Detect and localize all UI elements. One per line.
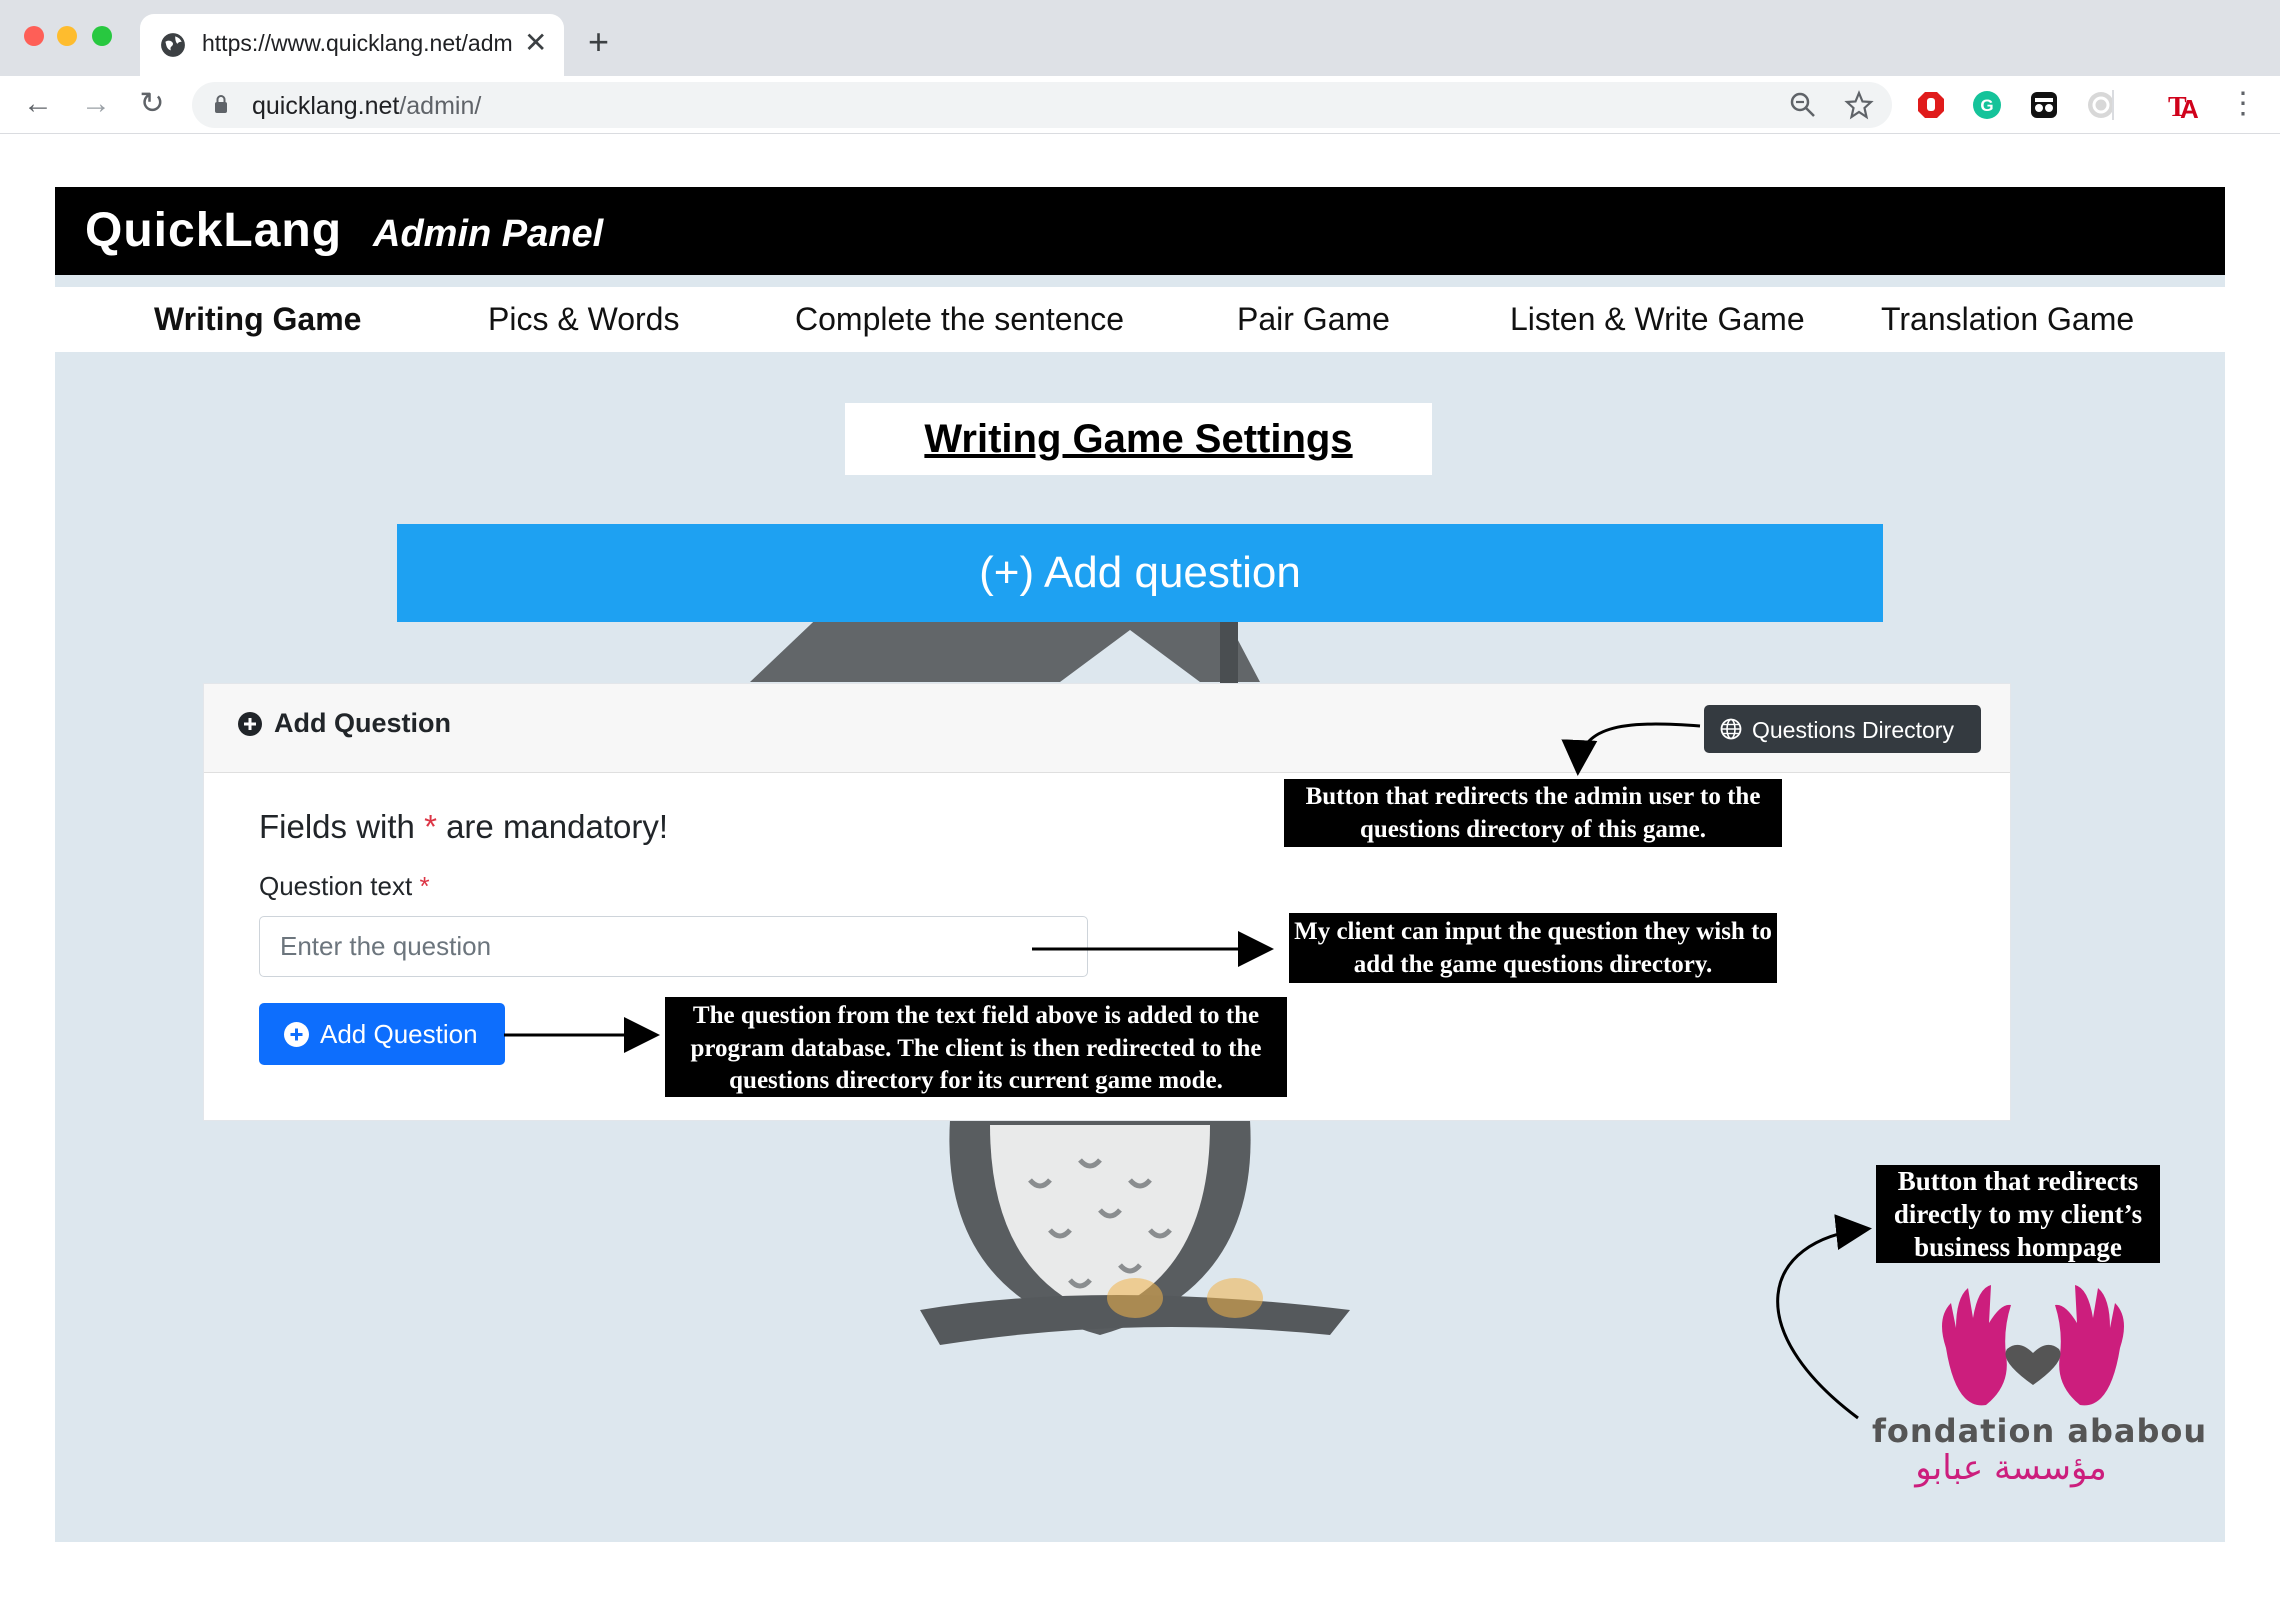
settings-title-box: Writing Game Settings: [845, 403, 1432, 475]
grammarly-icon[interactable]: G: [1972, 90, 2002, 120]
add-question-banner-label: (+) Add question: [979, 548, 1301, 597]
svg-text:G: G: [1980, 96, 1993, 115]
window-close-button[interactable]: [24, 26, 44, 46]
nav-complete-sentence[interactable]: Complete the sentence: [795, 301, 1124, 338]
nav-translation-game[interactable]: Translation Game: [1881, 301, 2134, 338]
globe-icon: [1720, 718, 1742, 740]
back-icon[interactable]: ←: [18, 84, 58, 124]
nav-listen-write-game[interactable]: Listen & Write Game: [1510, 301, 1805, 338]
browser-menu-icon[interactable]: ⋮: [2228, 86, 2258, 122]
url-text: quicklang.net/admin/: [252, 92, 482, 120]
browser-titlebar: https://www.quicklang.net/adm ✕ +: [0, 0, 2280, 76]
zoom-icon[interactable]: [1788, 90, 1818, 120]
card-header-title: Add Question: [274, 708, 451, 738]
card-header: Add Question Questions Directory: [204, 684, 2010, 773]
annotation-add-button: The question from the text field above i…: [665, 997, 1287, 1097]
svg-text:A: A: [2180, 94, 2199, 122]
address-bar[interactable]: quicklang.net/admin/: [192, 82, 1892, 128]
logo-name-text: fondation ababou: [1872, 1412, 2208, 1450]
question-text-input[interactable]: [259, 916, 1088, 977]
browser-tab[interactable]: https://www.quicklang.net/adm ✕: [140, 14, 564, 76]
required-asterisk: *: [419, 871, 430, 901]
game-nav: Writing Game Pics & Words Complete the s…: [55, 275, 2225, 352]
reload-icon[interactable]: ↻: [132, 84, 172, 124]
window-zoom-button[interactable]: [92, 26, 112, 46]
hands-heart-logo-icon: [1942, 1285, 2124, 1406]
tab-title: https://www.quicklang.net/adm: [202, 30, 512, 56]
plus-circle-icon: [284, 1022, 309, 1047]
new-tab-icon[interactable]: +: [588, 24, 609, 60]
annotation-question-input: My client can input the question they wi…: [1289, 913, 1777, 983]
lock-icon: [215, 95, 227, 113]
logo-arabic-text: مؤسسة عبابو: [1915, 1448, 2107, 1488]
brand-logo-text[interactable]: QuickLang: [85, 203, 342, 258]
translate-extension-icon[interactable]: TA: [2166, 88, 2200, 124]
window-minimize-button[interactable]: [57, 26, 77, 46]
nav-pics-words[interactable]: Pics & Words: [488, 301, 679, 338]
annotation-logo: Button that redirects directly to my cli…: [1876, 1165, 2160, 1263]
add-question-submit-label: Add Question: [320, 1019, 478, 1049]
bookmark-star-icon[interactable]: [1844, 90, 1874, 120]
forward-icon[interactable]: →: [76, 84, 116, 124]
questions-directory-button[interactable]: Questions Directory: [1704, 705, 1981, 753]
plus-circle-icon: [238, 712, 262, 736]
add-question-submit-button[interactable]: Add Question: [259, 1003, 505, 1065]
tab-close-icon[interactable]: ✕: [524, 26, 547, 60]
toolbar-divider: [2112, 90, 2114, 120]
admin-panel-title: Admin Panel: [373, 213, 604, 255]
fondation-ababou-logo-link[interactable]: fondation ababou مؤسسة عبابو: [1864, 1278, 2206, 1488]
annotation-directory-button: Button that redirects the admin user to …: [1284, 779, 1782, 847]
mandatory-notice: Fields with * are mandatory!: [259, 808, 669, 845]
nav-writing-game[interactable]: Writing Game: [154, 301, 361, 338]
required-asterisk: *: [424, 808, 437, 845]
app-header: QuickLang Admin Panel: [55, 187, 2225, 275]
add-question-banner-button[interactable]: (+) Add question: [397, 524, 1883, 622]
incognito-extension-icon[interactable]: [2029, 90, 2059, 120]
nav-pair-game[interactable]: Pair Game: [1237, 301, 1390, 338]
question-text-label: Question text *: [259, 871, 430, 901]
page-title: Writing Game Settings: [924, 417, 1353, 461]
questions-directory-label: Questions Directory: [1752, 717, 1954, 743]
globe-icon: [161, 33, 185, 57]
ad-block-icon[interactable]: [1916, 90, 1946, 120]
browser-toolbar: ← → ↻ quicklang.net/admin/ G TA ⋮: [0, 76, 2280, 134]
